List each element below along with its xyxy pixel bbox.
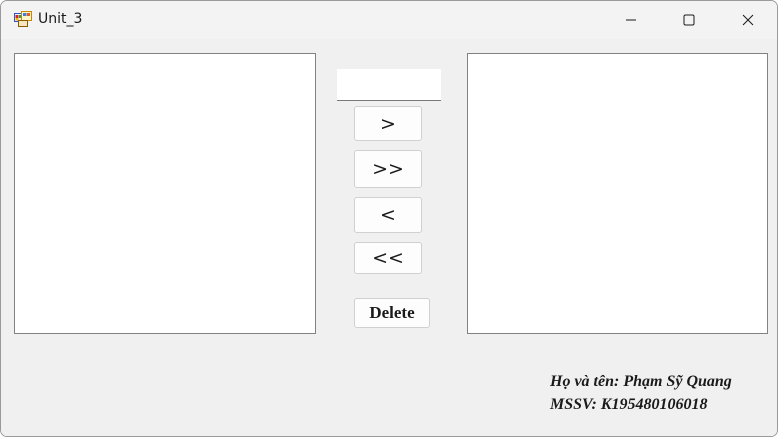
move-all-right-button[interactable]: >> (354, 150, 422, 188)
move-one-left-button[interactable]: < (354, 197, 422, 233)
move-all-left-button[interactable]: << (354, 242, 422, 274)
minimize-icon (626, 19, 636, 21)
right-listbox[interactable] (467, 53, 768, 334)
maximize-button[interactable] (660, 1, 718, 39)
minimize-button[interactable] (602, 1, 660, 39)
item-input-textbox[interactable] (337, 69, 441, 101)
app-window: Unit_3 > >> < << Delete Họ và tên: Phạm … (0, 0, 778, 437)
delete-button[interactable]: Delete (354, 298, 430, 328)
title-bar[interactable]: Unit_3 (1, 1, 777, 39)
winforms-app-icon (14, 11, 32, 27)
move-one-right-button[interactable]: > (354, 106, 422, 141)
author-name-label: Họ và tên: Phạm Sỹ Quang (550, 373, 732, 390)
form-client-area: > >> < << Delete Họ và tên: Phạm Sỹ Quan… (1, 39, 777, 436)
left-listbox[interactable] (14, 53, 316, 334)
maximize-icon (683, 14, 695, 26)
close-icon (742, 14, 754, 26)
close-button[interactable] (719, 1, 777, 39)
student-id-label: MSSV: K195480106018 (550, 396, 708, 413)
window-title: Unit_3 (38, 11, 83, 27)
